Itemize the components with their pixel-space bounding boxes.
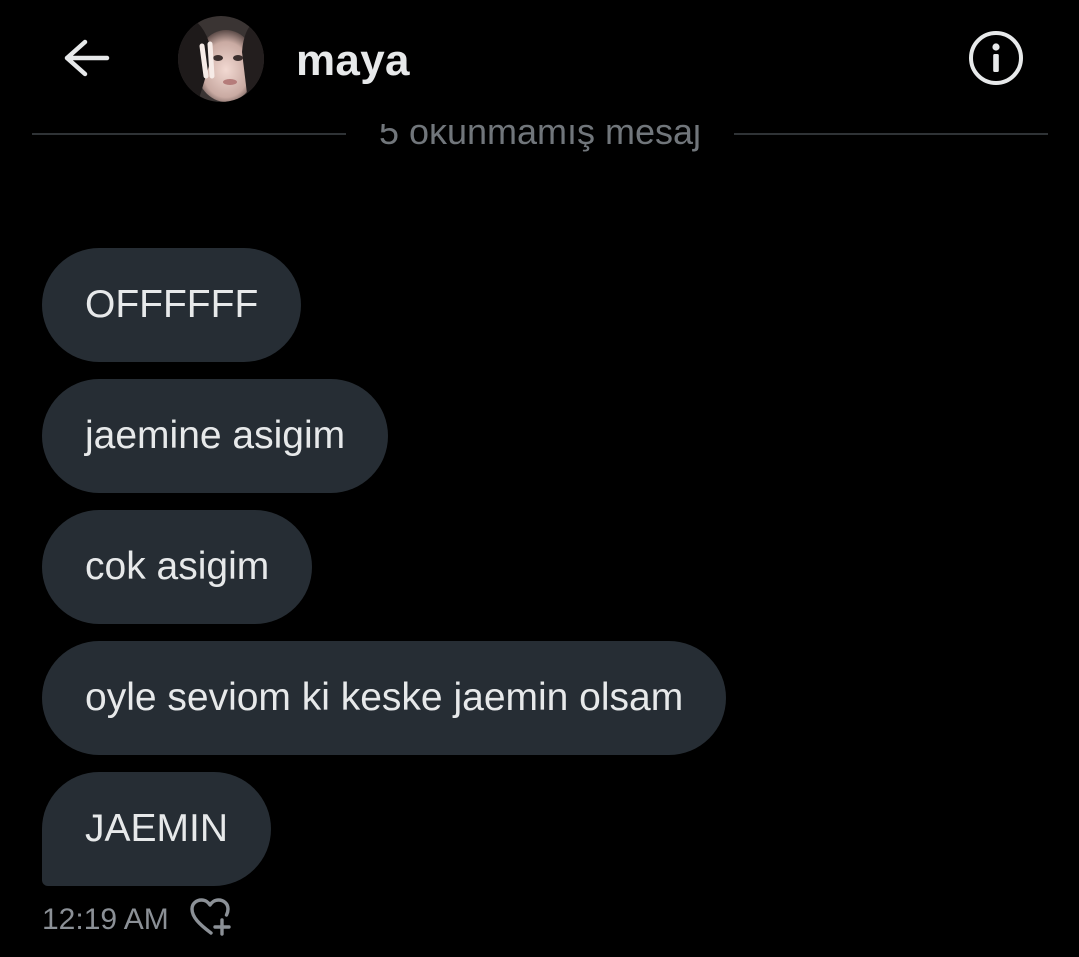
conversation-info-button[interactable] <box>966 30 1026 90</box>
message-list: OFFFFFF jaemine asigim cok asigim oyle s… <box>42 248 727 886</box>
back-button[interactable] <box>58 36 114 84</box>
divider-line-left <box>32 133 346 135</box>
contact-name[interactable]: maya <box>296 36 410 86</box>
message-row: jaemine asigim <box>42 379 726 493</box>
heart-plus-icon <box>189 897 235 943</box>
message-row: oyle seviom ki keske jaemin olsam <box>42 641 727 755</box>
message-bubble[interactable]: JAEMIN <box>42 772 272 886</box>
avatar[interactable] <box>178 16 264 102</box>
message-bubble[interactable]: jaemine asigim <box>42 379 389 493</box>
divider-line-right <box>734 133 1048 135</box>
add-reaction-button[interactable] <box>189 897 235 943</box>
message-row: OFFFFFF <box>42 248 726 362</box>
conversation-header: maya <box>0 0 1079 124</box>
message-meta: 12:19 AM <box>42 897 235 943</box>
message-bubble[interactable]: OFFFFFF <box>42 248 302 362</box>
message-timestamp: 12:19 AM <box>42 903 169 936</box>
info-circle-icon <box>968 30 1024 91</box>
message-row: JAEMIN <box>42 772 726 886</box>
message-bubble[interactable]: oyle seviom ki keske jaemin olsam <box>42 641 727 755</box>
arrow-left-icon <box>61 38 111 83</box>
message-row: cok asigim <box>42 510 726 624</box>
message-bubble[interactable]: cok asigim <box>42 510 313 624</box>
